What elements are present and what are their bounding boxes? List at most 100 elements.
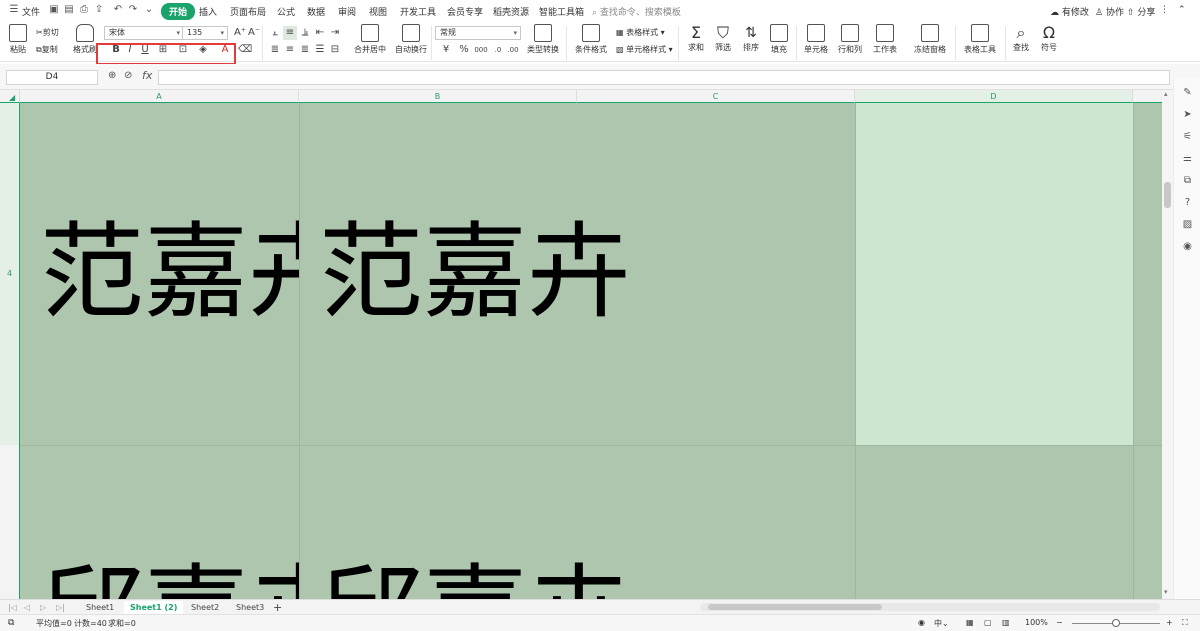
tab-home[interactable]: 开始 <box>161 3 196 20</box>
add-sheet-button[interactable]: + <box>273 601 282 614</box>
sheet-tab-sheet3[interactable]: Sheet3 <box>236 601 264 614</box>
merge-center-button[interactable]: 合并居中 <box>350 24 390 55</box>
currency-icon[interactable]: ¥ <box>439 43 453 57</box>
horizontal-scrollbar[interactable] <box>700 603 1160 611</box>
fill-button[interactable]: 填充 <box>766 24 792 55</box>
align-right-icon[interactable]: ≣ <box>298 43 312 57</box>
redo-icon[interactable]: ↷ <box>127 4 139 16</box>
location-icon[interactable]: ◉ <box>1181 240 1194 253</box>
column-header-d[interactable]: D <box>855 90 1133 103</box>
share-button[interactable]: ⇧ 分享 <box>1127 5 1155 18</box>
font-name-select[interactable]: 宋体 ▾ <box>104 26 184 40</box>
save-icon[interactable]: ▣ <box>48 4 60 16</box>
cell-b5[interactable]: 邱嘉卉 <box>319 562 855 599</box>
cell-style-button[interactable]: ▨ 单元格样式 ▾ <box>616 44 673 55</box>
indent-decrease-icon[interactable]: ⇤ <box>313 26 327 40</box>
decrease-decimal-icon[interactable]: .00 <box>506 43 520 57</box>
eye-protection-icon[interactable]: ◉ <box>918 618 925 627</box>
hamburger-icon[interactable]: ☰ <box>8 4 20 16</box>
type-convert-button[interactable]: 类型转换 <box>525 24 561 55</box>
wrap-text-button[interactable]: 自动换行 <box>394 24 428 55</box>
distributed-icon[interactable]: ⊟ <box>328 43 342 57</box>
table-tools-button[interactable]: 表格工具 <box>960 24 1000 55</box>
tab-page-layout[interactable]: 页面布局 <box>230 5 266 18</box>
cut-button[interactable]: ✂剪切 <box>36 27 59 38</box>
row-col-button[interactable]: 行和列 <box>835 24 865 55</box>
conditional-format-button[interactable]: 条件格式 <box>572 24 610 55</box>
decrease-font-icon[interactable]: A⁻ <box>247 26 261 40</box>
table-style-button[interactable]: ▦ 表格样式 ▾ <box>616 27 665 38</box>
vertical-scrollbar[interactable]: ▴ ▾ <box>1162 90 1173 599</box>
page-layout-view-icon[interactable]: ▢ <box>984 618 992 627</box>
undo-icon[interactable]: ↶ <box>112 4 124 16</box>
column-header-c[interactable]: C <box>577 90 855 103</box>
align-middle-icon[interactable]: ≡ <box>283 26 297 40</box>
align-center-icon[interactable]: ≡ <box>283 43 297 57</box>
properties-icon[interactable]: ⚟ <box>1181 130 1194 143</box>
collapse-ribbon-icon[interactable]: ⌃ <box>1178 5 1186 15</box>
language-icon[interactable]: 中⌄ <box>934 618 949 629</box>
macro-icon[interactable]: ⧉ <box>8 618 14 628</box>
scroll-up-icon[interactable]: ▴ <box>1164 90 1168 98</box>
settings-sliders-icon[interactable]: ⚌ <box>1181 152 1194 165</box>
customize-quick-access-icon[interactable]: ⌄ <box>143 4 155 16</box>
zoom-in-button[interactable]: + <box>1166 618 1173 627</box>
cell-b4[interactable]: 范嘉卉 <box>319 220 855 324</box>
collaborate-button[interactable]: ♙ 协作 <box>1095 5 1124 18</box>
row-header-4[interactable]: 4 <box>0 103 20 445</box>
name-box[interactable]: D4 <box>6 70 98 85</box>
column-header-e[interactable] <box>1133 90 1162 103</box>
file-menu[interactable]: 文件 <box>22 5 40 18</box>
worksheet-button[interactable]: 工作表 <box>870 24 900 55</box>
cancel-icon[interactable]: ⊘ <box>124 70 132 81</box>
backup-icon[interactable]: ⧉ <box>1181 174 1194 187</box>
zoom-slider-handle[interactable] <box>1112 619 1120 627</box>
horizontal-scroll-thumb[interactable] <box>708 604 882 610</box>
sheet-tab-sheet1[interactable]: Sheet1 <box>86 601 114 614</box>
fullscreen-icon[interactable]: ⛶ <box>1182 618 1188 628</box>
selected-cell-d4[interactable] <box>855 103 1133 445</box>
more-options-icon[interactable]: ⋮ <box>1160 5 1169 15</box>
cell-a4[interactable]: 范嘉卉 <box>40 220 299 324</box>
prev-sheet-icon[interactable]: ◁ <box>24 601 30 614</box>
justify-icon[interactable]: ☰ <box>313 43 327 57</box>
font-size-select[interactable]: 135 ▾ <box>182 26 228 40</box>
print-icon[interactable]: ⎙ <box>78 4 90 16</box>
tab-data[interactable]: 数据 <box>307 5 325 18</box>
command-search[interactable]: ⌕ 查找命令、搜索模板 <box>592 5 681 18</box>
sum-button[interactable]: Σ 求和 <box>683 24 709 53</box>
indent-increase-icon[interactable]: ⇥ <box>328 26 342 40</box>
format-painter-button[interactable]: 格式刷 <box>72 24 98 55</box>
tab-view[interactable]: 视图 <box>369 5 387 18</box>
scroll-down-icon[interactable]: ▾ <box>1164 588 1168 596</box>
insert-function-button[interactable]: fx <box>142 69 152 82</box>
print-preview-icon[interactable]: ▤ <box>63 4 75 16</box>
number-format-select[interactable]: 常规 ▾ <box>435 26 521 40</box>
select-pointer-icon[interactable]: ➤ <box>1181 108 1194 121</box>
help-icon[interactable]: ? <box>1181 196 1194 209</box>
cell-button[interactable]: 单元格 <box>801 24 831 55</box>
column-header-b[interactable]: B <box>299 90 577 103</box>
page-break-view-icon[interactable]: ▥ <box>1002 618 1010 627</box>
zoom-level[interactable]: 100% <box>1025 618 1048 627</box>
select-all-corner[interactable]: ◢ <box>0 90 20 103</box>
last-sheet-icon[interactable]: ▷| <box>56 601 65 614</box>
has-changes-button[interactable]: ☁ 有修改 <box>1050 5 1089 18</box>
freeze-panes-button[interactable]: 冻结窗格 <box>910 24 950 55</box>
tab-docer-resources[interactable]: 稻壳资源 <box>493 5 529 18</box>
align-bottom-icon[interactable]: ⫡ <box>298 26 312 40</box>
align-left-icon[interactable]: ≣ <box>268 43 282 57</box>
normal-view-icon[interactable]: ▦ <box>966 618 974 627</box>
spreadsheet-grid[interactable]: ◢ A B C D 4 范嘉卉 范嘉卉 邱嘉卉 邱嘉卉 <box>0 90 1162 599</box>
vertical-scroll-thumb[interactable] <box>1164 182 1171 208</box>
increase-decimal-icon[interactable]: .0 <box>491 43 505 57</box>
tab-formula[interactable]: 公式 <box>277 5 295 18</box>
filter-button[interactable]: ⛉ 筛选 <box>710 24 736 53</box>
percent-icon[interactable]: % <box>457 43 471 57</box>
style-icon[interactable]: ✎ <box>1181 86 1194 99</box>
row-header-5[interactable] <box>0 445 20 599</box>
image-tools-icon[interactable]: ▨ <box>1181 218 1194 231</box>
find-button[interactable]: ⌕ 查找 <box>1009 24 1033 53</box>
formula-input[interactable] <box>158 70 1170 85</box>
sort-button[interactable]: ⇅ 排序 <box>738 24 764 53</box>
